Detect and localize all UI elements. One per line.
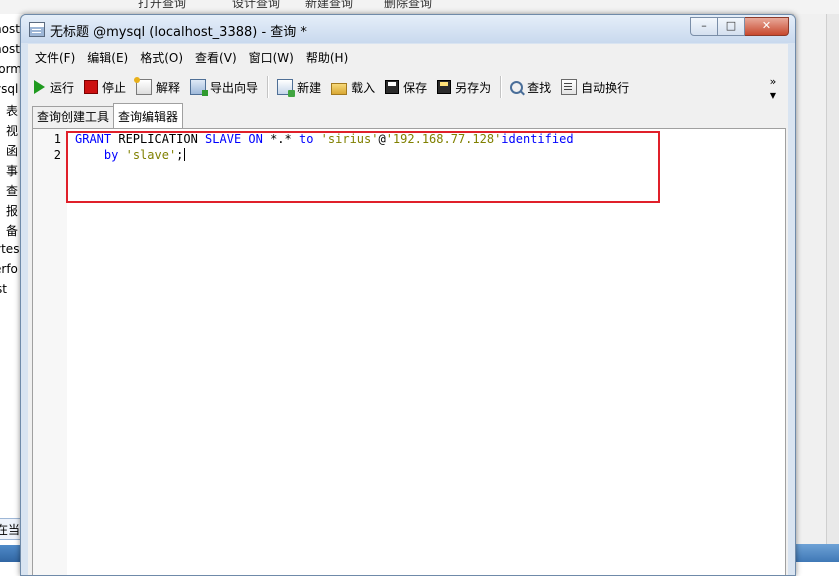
background-toolbar: 打开查询 设计查询 新建查询 删除查询 (0, 0, 839, 15)
window-controls: – □ ✕ (690, 17, 789, 36)
run-icon (34, 80, 45, 94)
background-scrollbar[interactable] (826, 14, 839, 562)
menu-window[interactable]: 窗口(W) (243, 47, 300, 69)
menu-view[interactable]: 查看(V) (189, 47, 243, 69)
explain-icon (134, 77, 153, 95)
export-wizard-label: 导出向导 (210, 80, 259, 95)
line-number: 2 (53, 148, 61, 162)
explain-label: 解释 (156, 80, 181, 95)
chevron-double-right-icon: » (769, 75, 777, 88)
tree-item[interactable]: ytes (0, 242, 19, 256)
new-label: 新建 (297, 80, 322, 95)
new-button[interactable]: 新建 (273, 75, 325, 99)
save-as-icon (437, 80, 452, 94)
toolbar-separator (267, 76, 270, 98)
design-query-button[interactable]: 设计查询 (232, 0, 280, 11)
query-window: 无标题 @mysql (localhost_3388) - 查询 * – □ ✕… (20, 14, 796, 576)
window-title: 无标题 @mysql (localhost_3388) - 查询 * (50, 25, 307, 40)
stop-label: 停止 (102, 80, 127, 95)
line-number-gutter: 1 2 (33, 129, 67, 575)
search-icon (510, 80, 524, 94)
delete-query-button[interactable]: 删除查询 (384, 0, 432, 11)
export-icon (190, 79, 209, 96)
folder-icon (331, 82, 348, 95)
save-label: 保存 (403, 80, 428, 95)
save-button[interactable]: 保存 (381, 75, 431, 99)
background-right-panel (794, 14, 839, 562)
window-icon (29, 22, 45, 37)
title-bar[interactable]: 无标题 @mysql (localhost_3388) - 查询 * – □ ✕ (21, 15, 795, 43)
annotation-highlight-box (66, 131, 660, 203)
tree-item[interactable]: erfo (0, 262, 18, 276)
tab-query-editor[interactable]: 查询编辑器 (113, 103, 184, 128)
tree-item[interactable]: 视 (6, 122, 18, 139)
sql-editor[interactable]: 1 2 GRANT REPLICATION SLAVE ON *.* to 's… (32, 128, 786, 575)
run-label: 运行 (50, 80, 75, 95)
tab-query-builder[interactable]: 查询创建工具 (32, 106, 115, 128)
stop-icon (84, 80, 99, 94)
dropdown-arrow-icon: ▼ (769, 91, 777, 100)
line-number: 1 (53, 132, 61, 146)
tree-item[interactable]: 函 (6, 142, 18, 159)
menu-help[interactable]: 帮助(H) (300, 47, 354, 69)
tree-item[interactable]: host (0, 42, 20, 56)
editor-tabs: 查询创建工具 查询编辑器 (32, 103, 184, 128)
close-button[interactable]: ✕ (745, 17, 789, 36)
new-icon (277, 79, 296, 97)
auto-wrap-label: 自动换行 (581, 80, 630, 95)
tree-item[interactable]: ysql (0, 82, 18, 96)
tree-item[interactable]: host (0, 22, 20, 36)
maximize-button[interactable]: □ (718, 17, 745, 36)
tree-item[interactable]: 事 (6, 162, 18, 179)
explain-button[interactable]: 解释 (132, 75, 184, 99)
tree-item[interactable]: 查 (6, 182, 18, 199)
menu-format[interactable]: 格式(O) (134, 47, 189, 69)
window-body: 文件(F) 编辑(E) 格式(O) 查看(V) 窗口(W) 帮助(H) 运行 停… (28, 44, 788, 575)
tree-item[interactable]: form (0, 62, 22, 76)
save-as-button[interactable]: 另存为 (433, 75, 495, 99)
tree-item[interactable]: st (0, 282, 7, 296)
open-query-button[interactable]: 打开查询 (138, 0, 186, 11)
find-label: 查找 (527, 80, 552, 95)
save-as-label: 另存为 (455, 80, 492, 95)
tree-item[interactable]: 表 (6, 102, 18, 119)
toolbar-overflow-button[interactable]: » ▼ (767, 73, 779, 101)
stop-button[interactable]: 停止 (80, 75, 130, 99)
menu-file[interactable]: 文件(F) (28, 47, 81, 69)
menu-edit[interactable]: 编辑(E) (81, 47, 134, 69)
new-query-button[interactable]: 新建查询 (305, 0, 353, 11)
tree-item[interactable]: 报 (6, 202, 18, 219)
save-icon (385, 80, 400, 94)
tree-item[interactable]: 备 (6, 222, 18, 239)
background-blue-bar (794, 544, 839, 562)
find-button[interactable]: 查找 (506, 75, 555, 99)
menu-bar: 文件(F) 编辑(E) 格式(O) 查看(V) 窗口(W) 帮助(H) (28, 47, 354, 69)
export-wizard-button[interactable]: 导出向导 (186, 75, 262, 99)
minimize-button[interactable]: – (690, 17, 718, 36)
auto-wrap-button[interactable]: 自动换行 (557, 75, 633, 99)
load-button[interactable]: 载入 (327, 75, 379, 99)
toolbar-separator (500, 76, 503, 98)
run-button[interactable]: 运行 (28, 75, 78, 99)
toolbar: 运行 停止 解释 导出向导 新建 载入 保存 另存为 查找 自动换行 » ▼ (28, 73, 788, 101)
word-wrap-icon (561, 79, 578, 95)
load-label: 载入 (351, 80, 376, 95)
